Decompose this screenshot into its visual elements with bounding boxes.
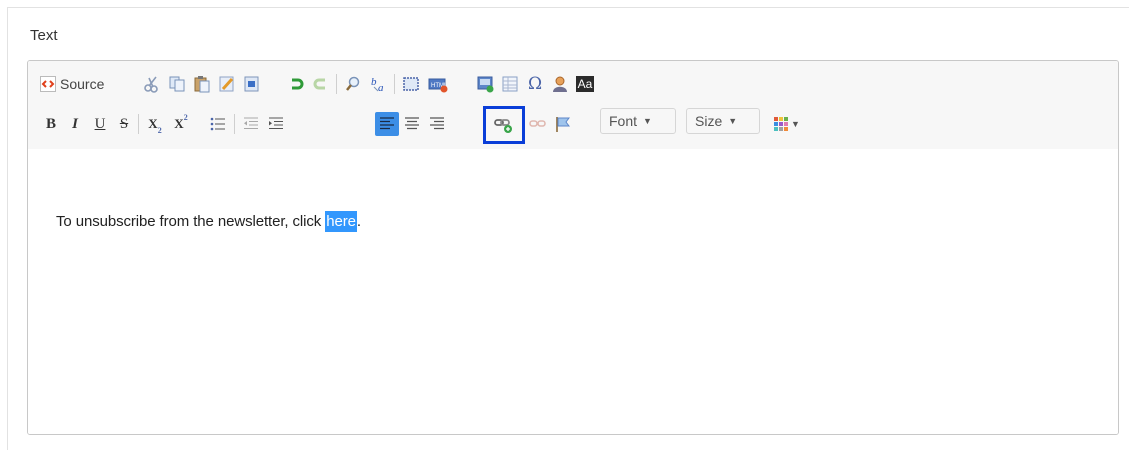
- editor-toolbar: Source b a HTML Ω Aa B I U S X 2 X 2 Fon…: [28, 61, 1118, 149]
- chevron-down-icon: ▼: [728, 116, 738, 126]
- paste-icon: [193, 75, 211, 93]
- scissors-icon: [143, 75, 161, 93]
- italic-icon: I: [72, 115, 78, 132]
- outdent-button[interactable]: [240, 113, 262, 135]
- aa-label: Aa: [575, 76, 595, 92]
- indent-icon: [268, 117, 284, 131]
- toolbar-separator: [138, 114, 139, 134]
- bulleted-list-icon: [210, 117, 226, 131]
- link-icon: [494, 116, 514, 134]
- align-right-button[interactable]: [426, 113, 448, 135]
- align-left-button[interactable]: [375, 112, 399, 136]
- anchor-button[interactable]: [552, 113, 574, 135]
- source-button[interactable]: Source: [40, 72, 104, 96]
- omega-icon: Ω: [527, 74, 543, 94]
- magnifier-icon: [344, 75, 362, 93]
- select-all-icon: [402, 75, 420, 93]
- source-icon: [40, 76, 56, 92]
- align-left-icon: [379, 117, 395, 131]
- source-label: Source: [60, 76, 105, 92]
- undo-button[interactable]: [285, 72, 307, 96]
- copy-icon: [168, 75, 186, 93]
- editor-content-area[interactable]: To unsubscribe from the newsletter, clic…: [28, 149, 1118, 434]
- find-button[interactable]: [342, 72, 364, 96]
- panel-left-border: [7, 7, 8, 450]
- rich-text-editor: Source b a HTML Ω Aa B I U S X 2 X 2 Fon…: [27, 60, 1119, 435]
- size-dropdown-label: Size: [695, 113, 723, 129]
- superscript-mark: 2: [183, 113, 188, 122]
- align-right-icon: [429, 117, 445, 131]
- superscript-icon: X: [174, 116, 184, 131]
- bold-button[interactable]: B: [40, 113, 62, 135]
- unlink-button[interactable]: [527, 113, 549, 135]
- flag-icon: [554, 115, 572, 133]
- paste-button[interactable]: [191, 72, 213, 96]
- align-center-button[interactable]: [401, 113, 423, 135]
- html-icon: HTML: [428, 75, 448, 93]
- content-text-after: .: [356, 213, 361, 230]
- color-palette-icon: [774, 117, 789, 131]
- outdent-icon: [243, 117, 259, 131]
- field-label: Text: [30, 27, 58, 44]
- user-icon: [551, 75, 569, 93]
- chevron-down-icon: ▼: [643, 116, 652, 126]
- replace-icon: ba: [369, 75, 389, 93]
- subscript-icon: X: [148, 116, 158, 131]
- bulleted-list-button[interactable]: [207, 113, 229, 135]
- copy-button[interactable]: [166, 72, 188, 96]
- undo-icon: [287, 75, 305, 93]
- bold-icon: B: [45, 115, 56, 132]
- underline-button[interactable]: U: [89, 113, 111, 135]
- image-button[interactable]: [474, 72, 496, 96]
- selected-link-text[interactable]: here: [325, 211, 357, 232]
- cut-button[interactable]: [141, 72, 163, 96]
- content-paragraph[interactable]: To unsubscribe from the newsletter, clic…: [56, 211, 361, 232]
- replace-button[interactable]: ba: [368, 72, 390, 96]
- svg-text:b: b: [371, 76, 377, 88]
- subscript-mark: 2: [157, 126, 162, 135]
- svg-text:a: a: [378, 82, 384, 93]
- styles-button[interactable]: Aa: [574, 72, 596, 96]
- italic-button[interactable]: I: [64, 113, 86, 135]
- indent-button[interactable]: [265, 113, 287, 135]
- superscript-button[interactable]: X2: [170, 113, 192, 135]
- panel-top-border: [7, 7, 1129, 8]
- user-button[interactable]: [549, 72, 571, 96]
- table-button[interactable]: [499, 72, 521, 96]
- redo-icon: [312, 75, 330, 93]
- align-center-icon: [404, 117, 420, 131]
- font-dropdown-label: Font: [609, 113, 638, 129]
- table-icon: [501, 75, 519, 93]
- paste-from-word-button[interactable]: [241, 72, 263, 96]
- special-char-button[interactable]: Ω: [524, 72, 546, 96]
- font-dropdown[interactable]: Font ▼: [600, 108, 676, 134]
- toolbar-separator: [234, 114, 235, 134]
- underline-icon: U: [94, 115, 106, 132]
- subscript-button[interactable]: X2: [144, 113, 166, 135]
- chevron-down-icon: ▼: [791, 119, 800, 129]
- paste-text-button[interactable]: [216, 72, 238, 96]
- html-block-button[interactable]: HTML: [426, 72, 450, 96]
- strikethrough-button[interactable]: S: [113, 113, 135, 135]
- insert-link-button[interactable]: [483, 106, 525, 144]
- toolbar-separator: [394, 74, 395, 94]
- toolbar-separator: [336, 74, 337, 94]
- select-all-button[interactable]: [400, 72, 422, 96]
- strikethrough-icon: S: [119, 115, 129, 132]
- size-dropdown[interactable]: Size ▼: [686, 108, 760, 134]
- image-icon: [476, 75, 494, 93]
- paste-text-icon: [218, 75, 236, 93]
- content-text-before: To unsubscribe from the newsletter, clic…: [56, 213, 326, 230]
- unlink-icon: [529, 116, 547, 132]
- text-color-button[interactable]: ▼: [770, 113, 804, 135]
- paste-word-icon: [243, 75, 261, 93]
- redo-button[interactable]: [310, 72, 332, 96]
